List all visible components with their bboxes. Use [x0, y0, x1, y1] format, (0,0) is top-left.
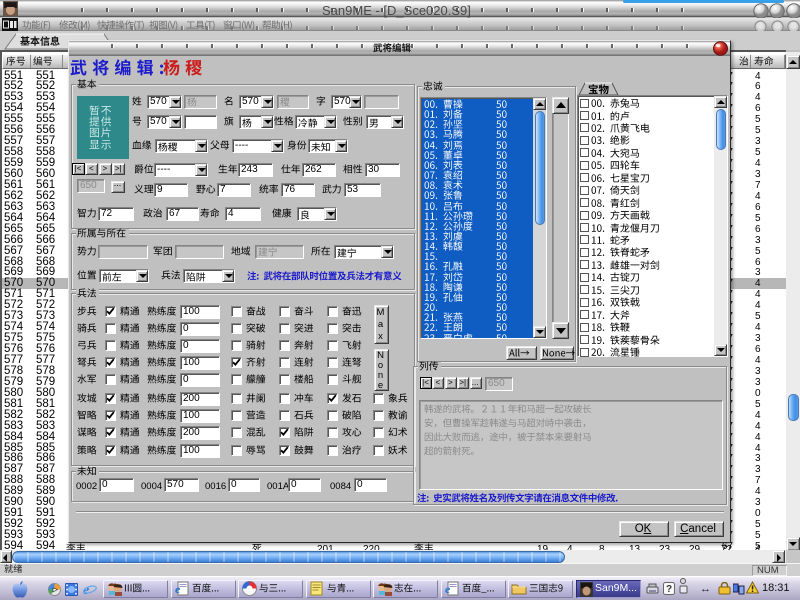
svg-text:e: e	[175, 582, 181, 596]
svg-text:e: e	[445, 582, 451, 596]
svg-text:?: ?	[666, 584, 672, 595]
